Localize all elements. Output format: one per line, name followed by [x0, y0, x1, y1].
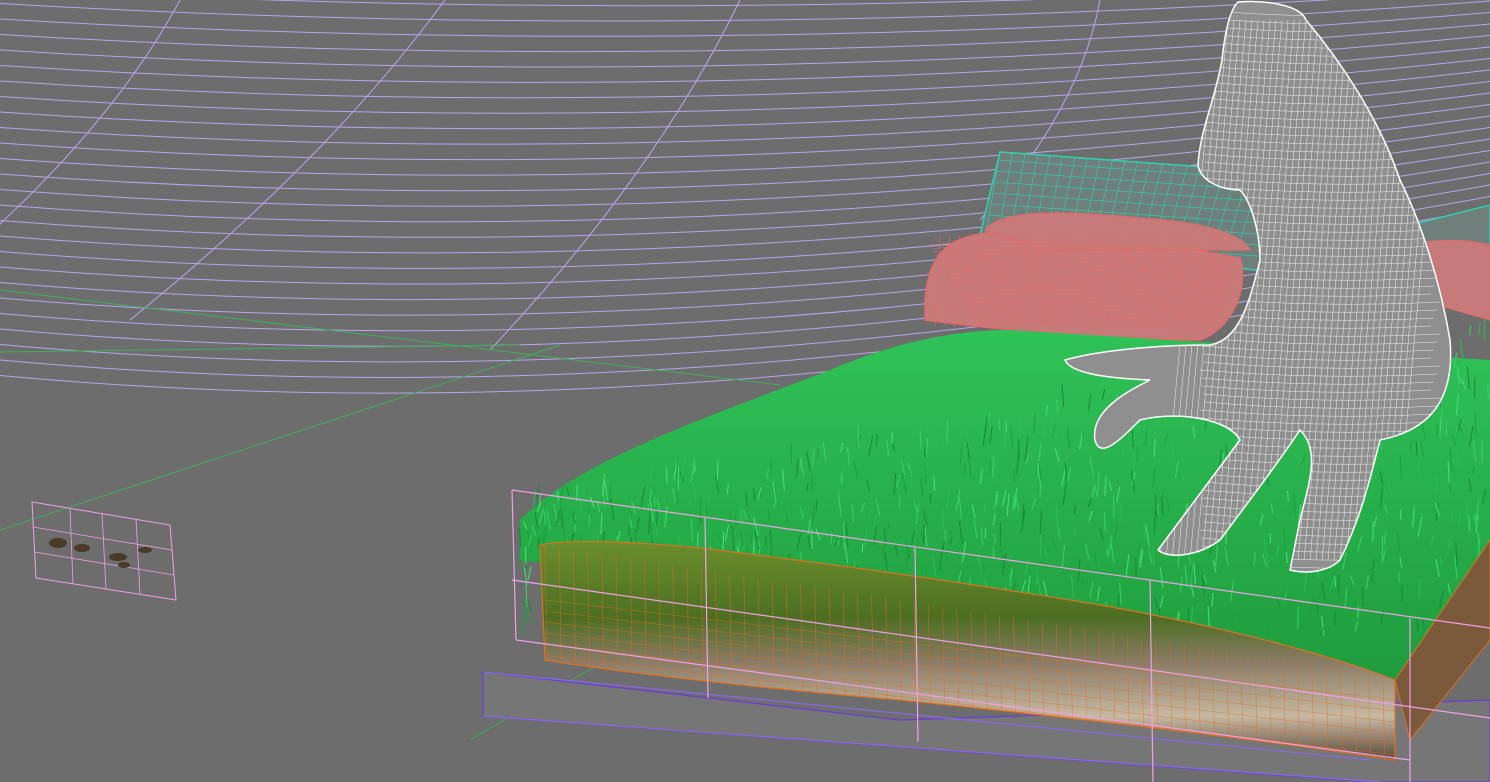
3d-viewport[interactable]: [0, 0, 1490, 782]
small-image-plane[interactable]: [31, 501, 177, 601]
